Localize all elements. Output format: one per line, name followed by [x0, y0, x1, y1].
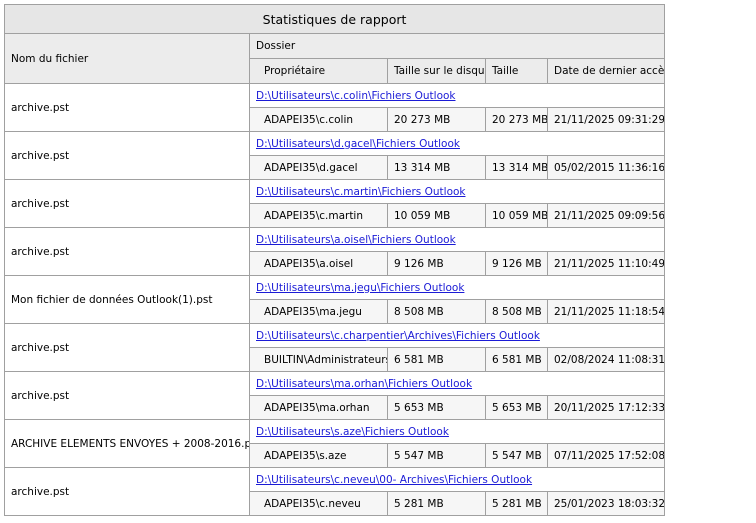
- last-access-cell: 21/11/2025 09:09:56: [546, 203, 666, 228]
- table-row: archive.pst D:\Utilisateurs\c.martin\Fich…: [4, 179, 666, 228]
- file-name-cell: archive.pst: [4, 131, 250, 180]
- file-name-cell: archive.pst: [4, 323, 250, 372]
- folder-cell: D:\Utilisateurs\ma.orhan\Fichiers Outloo…: [248, 371, 666, 396]
- disk-size-cell: 13 314 MB: [387, 155, 486, 180]
- table-row: archive.pst D:\Utilisateurs\a.oisel\Fichi…: [4, 227, 666, 276]
- folder-link[interactable]: D:\Utilisateurs\ma.jegu\Fichiers Outlook: [256, 282, 464, 294]
- disk-size-cell: 9 126 MB: [387, 251, 486, 276]
- size-cell: 5 547 MB: [485, 443, 548, 468]
- header-row-folder: Nom du fichier Dossier: [4, 33, 666, 84]
- disk-size-cell: 8 508 MB: [387, 299, 486, 324]
- owner-cell: ADAPEI35\ma.jegu: [249, 299, 388, 324]
- folder-link[interactable]: D:\Utilisateurs\c.charpentier\Archives\F…: [256, 330, 540, 342]
- table-row: archive.pst D:\Utilisateurs\c.neveu\00- A…: [4, 467, 666, 516]
- column-header-folder: Dossier: [248, 33, 666, 59]
- size-cell: 6 581 MB: [485, 347, 548, 372]
- last-access-cell: 25/01/2023 18:03:32: [546, 491, 666, 516]
- folder-link[interactable]: D:\Utilisateurs\c.martin\Fichiers Outloo…: [256, 186, 466, 198]
- last-access-cell: 21/11/2025 09:31:29: [546, 107, 666, 132]
- table-row: archive.pst D:\Utilisateurs\ma.orhan\Fich…: [4, 371, 666, 420]
- report-title: Statistiques de rapport: [3, 4, 666, 34]
- size-cell: 10 059 MB: [485, 203, 548, 228]
- size-cell: 20 273 MB: [485, 107, 548, 132]
- file-name-cell: archive.pst: [4, 371, 250, 420]
- owner-cell: ADAPEI35\ma.orhan: [249, 395, 388, 420]
- last-access-cell: 21/11/2025 11:10:49: [546, 251, 666, 276]
- table-row: archive.pst D:\Utilisateurs\c.charpentier…: [4, 323, 666, 372]
- folder-cell: D:\Utilisateurs\c.martin\Fichiers Outloo…: [248, 179, 666, 204]
- file-name-cell: archive.pst: [4, 227, 250, 276]
- report-statistics-table: Statistiques de rapport Nom du fichier D…: [3, 4, 666, 516]
- table-row: archive.pst D:\Utilisateurs\c.colin\Fichi…: [4, 83, 666, 132]
- folder-cell: D:\Utilisateurs\ma.jegu\Fichiers Outlook: [248, 275, 666, 300]
- owner-cell: ADAPEI35\c.martin: [249, 203, 388, 228]
- size-cell: 5 653 MB: [485, 395, 548, 420]
- owner-cell: ADAPEI35\c.neveu: [249, 491, 388, 516]
- size-cell: 5 281 MB: [485, 491, 548, 516]
- owner-cell: ADAPEI35\s.aze: [249, 443, 388, 468]
- size-cell: 9 126 MB: [485, 251, 548, 276]
- title-row: Statistiques de rapport: [3, 4, 666, 34]
- column-header-file-name: Nom du fichier: [4, 33, 250, 84]
- column-header-disk-size: Taille sur le disque: [387, 58, 486, 84]
- folder-link[interactable]: D:\Utilisateurs\a.oisel\Fichiers Outlook: [256, 234, 456, 246]
- folder-link[interactable]: D:\Utilisateurs\c.colin\Fichiers Outlook: [256, 90, 456, 102]
- owner-cell: ADAPEI35\d.gacel: [249, 155, 388, 180]
- column-header-owner: Propriétaire: [249, 58, 388, 84]
- folder-cell: D:\Utilisateurs\d.gacel\Fichiers Outlook: [248, 131, 666, 156]
- folder-link[interactable]: D:\Utilisateurs\ma.orhan\Fichiers Outloo…: [256, 378, 472, 390]
- table-row: ARCHIVE ELEMENTS ENVOYES + 2008-2016.pst…: [4, 419, 666, 468]
- disk-size-cell: 6 581 MB: [387, 347, 486, 372]
- folder-cell: D:\Utilisateurs\c.colin\Fichiers Outlook: [248, 83, 666, 108]
- last-access-cell: 21/11/2025 11:18:54: [546, 299, 666, 324]
- folder-cell: D:\Utilisateurs\s.aze\Fichiers Outlook: [248, 419, 666, 444]
- folder-link[interactable]: D:\Utilisateurs\s.aze\Fichiers Outlook: [256, 426, 449, 438]
- file-name-cell: ARCHIVE ELEMENTS ENVOYES + 2008-2016.pst: [4, 419, 250, 468]
- file-name-cell: Mon fichier de données Outlook(1).pst: [4, 275, 250, 324]
- column-header-last-access: Date de dernier accès: [546, 58, 666, 84]
- size-cell: 13 314 MB: [485, 155, 548, 180]
- report-body: archive.pst D:\Utilisateurs\c.colin\Fichi…: [4, 83, 666, 516]
- file-name-cell: archive.pst: [4, 83, 250, 132]
- table-row: archive.pst D:\Utilisateurs\d.gacel\Fichi…: [4, 131, 666, 180]
- disk-size-cell: 5 653 MB: [387, 395, 486, 420]
- owner-cell: BUILTIN\Administrateurs: [249, 347, 388, 372]
- folder-cell: D:\Utilisateurs\a.oisel\Fichiers Outlook: [248, 227, 666, 252]
- last-access-cell: 02/08/2024 11:08:31: [546, 347, 666, 372]
- last-access-cell: 07/11/2025 17:52:08: [546, 443, 666, 468]
- disk-size-cell: 5 281 MB: [387, 491, 486, 516]
- owner-cell: ADAPEI35\c.colin: [249, 107, 388, 132]
- column-header-size: Taille: [485, 58, 548, 84]
- disk-size-cell: 20 273 MB: [387, 107, 486, 132]
- owner-cell: ADAPEI35\a.oisel: [249, 251, 388, 276]
- size-cell: 8 508 MB: [485, 299, 548, 324]
- disk-size-cell: 10 059 MB: [387, 203, 486, 228]
- last-access-cell: 20/11/2025 17:12:33: [546, 395, 666, 420]
- folder-cell: D:\Utilisateurs\c.neveu\00- Archives\Fic…: [248, 467, 666, 492]
- folder-cell: D:\Utilisateurs\c.charpentier\Archives\F…: [248, 323, 666, 348]
- file-name-cell: archive.pst: [4, 179, 250, 228]
- disk-size-cell: 5 547 MB: [387, 443, 486, 468]
- last-access-cell: 05/02/2015 11:36:16: [546, 155, 666, 180]
- folder-link[interactable]: D:\Utilisateurs\c.neveu\00- Archives\Fic…: [256, 474, 532, 486]
- folder-link[interactable]: D:\Utilisateurs\d.gacel\Fichiers Outlook: [256, 138, 460, 150]
- file-name-cell: archive.pst: [4, 467, 250, 516]
- table-row: Mon fichier de données Outlook(1).pst D:\…: [4, 275, 666, 324]
